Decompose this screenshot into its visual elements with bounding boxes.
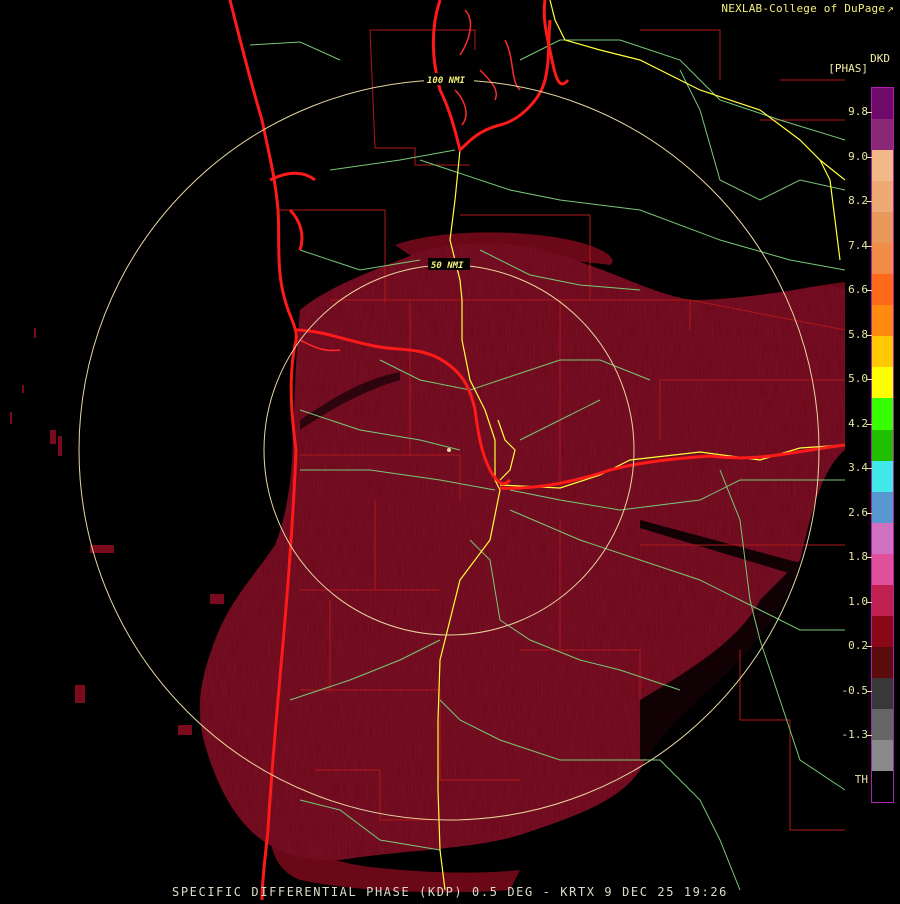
colorbar-product: DKD — [870, 52, 890, 65]
colorbar-tick-label: 5.0 — [848, 372, 868, 385]
colorbar-tick-label: 0.2 — [848, 639, 868, 652]
colorbar-tick-mark — [866, 156, 872, 158]
colorbar-tick-mark — [866, 690, 872, 692]
colorbar-tick-label: 9.8 — [848, 105, 868, 118]
colorbar-tick-label: 8.2 — [848, 194, 868, 207]
credit-label[interactable]: NEXLAB-College of DuPage ↗ — [721, 2, 894, 15]
colorbar-frame — [871, 87, 894, 803]
colorbar-tick-label: -1.3 — [841, 728, 869, 741]
range-ring-label-50: 50 NMI — [431, 261, 464, 271]
colorbar-tick-mark — [866, 557, 872, 558]
colorbar-tick-mark — [866, 112, 872, 113]
colorbar — [871, 87, 894, 803]
radar-map: 50 NMI 100 NMI NEXLAB-College of DuPage ↗… — [0, 0, 900, 901]
radar-map-canvas: 50 NMI 100 NMI — [10, 0, 846, 901]
credit-text: NEXLAB-College of DuPage — [721, 2, 886, 15]
echo-field — [10, 232, 845, 893]
colorbar-tick-mark — [866, 334, 872, 336]
colorbar-tick-label: 1.0 — [848, 594, 868, 608]
colorbar-tick-mark — [866, 468, 872, 469]
colorbar-tick-label: 1.8 — [848, 550, 868, 563]
colorbar-tick-label: 9.0 — [848, 149, 868, 163]
colorbar-tick-label: TH — [854, 772, 868, 786]
colorbar-tick-mark — [866, 601, 872, 603]
radar-site-marker — [447, 448, 451, 452]
colorbar-tick-label: 6.6 — [848, 283, 868, 296]
colorbar-tick-label: -0.5 — [841, 683, 869, 697]
colorbar-tick-mark — [866, 201, 872, 202]
colorbar-tick-label: 2.6 — [848, 505, 868, 519]
colorbar-tick-label: 7.4 — [848, 238, 868, 252]
colorbar-tick-label: 5.8 — [848, 327, 868, 341]
product-title: SPECIFIC DIFFERENTIAL PHASE (KDP) 0.5 DE… — [172, 885, 728, 899]
external-link-icon: ↗ — [887, 2, 894, 15]
colorbar-tick-mark — [866, 735, 872, 736]
colorbar-units: [PHAS] — [828, 62, 868, 75]
colorbar-tick-mark — [866, 379, 872, 380]
colorbar-tick-label: 4.2 — [848, 416, 868, 430]
colorbar-tick-mark — [866, 646, 872, 647]
range-ring-label-100: 100 NMI — [427, 76, 466, 86]
colorbar-tick-label: 3.4 — [848, 461, 868, 474]
colorbar-tick-mark — [866, 245, 872, 247]
colorbar-tick-mark — [866, 290, 872, 291]
colorbar-tick-mark — [866, 512, 872, 514]
colorbar-tick-mark — [866, 423, 872, 425]
